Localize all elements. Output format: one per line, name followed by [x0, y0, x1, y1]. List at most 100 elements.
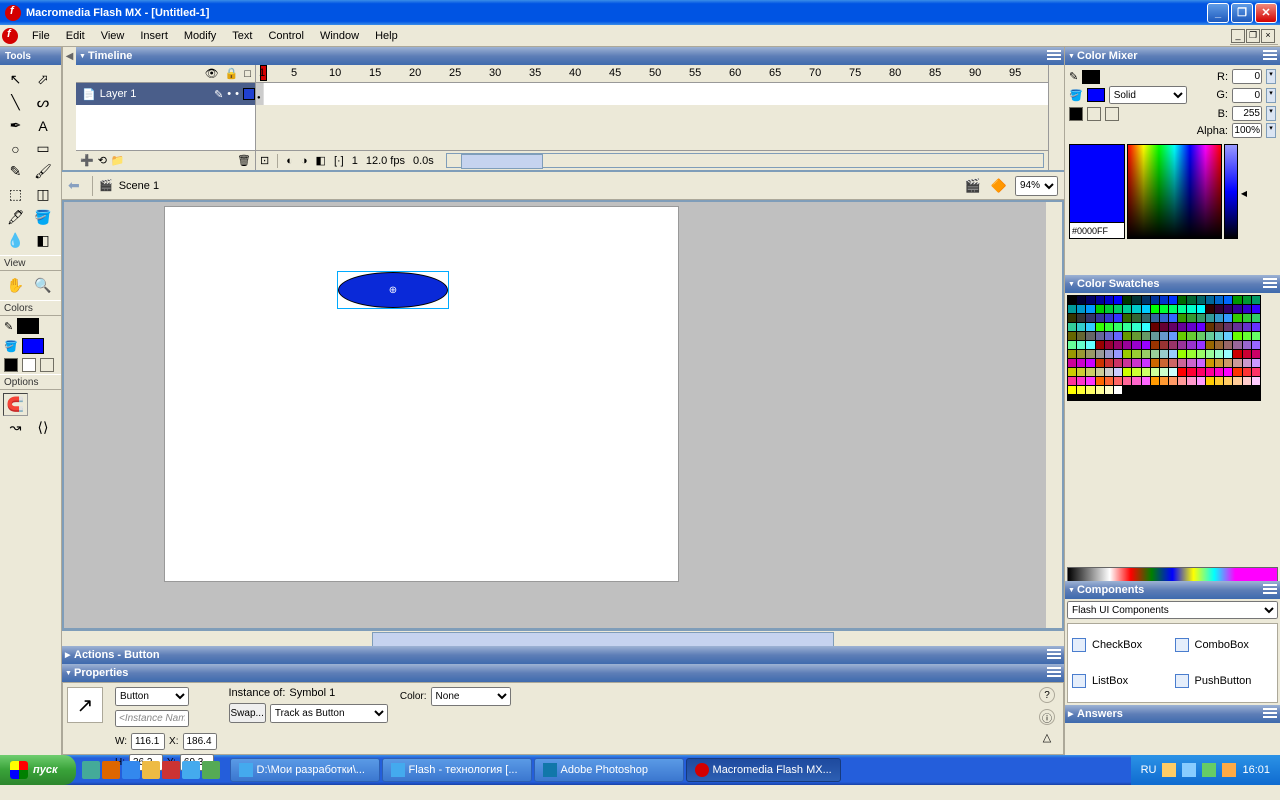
swatch[interactable] [1224, 296, 1232, 304]
zoom-select[interactable]: 94% [1015, 176, 1058, 196]
swatch[interactable] [1077, 305, 1085, 313]
swatch[interactable] [1114, 359, 1122, 367]
swatch[interactable] [1151, 377, 1159, 385]
swatch[interactable] [1114, 350, 1122, 358]
swatch[interactable] [1206, 359, 1214, 367]
task-item[interactable]: D:\Мои разработки\... [230, 758, 380, 782]
swatch[interactable] [1160, 377, 1168, 385]
swatch[interactable] [1215, 359, 1223, 367]
swatch[interactable] [1132, 359, 1140, 367]
swatch[interactable] [1142, 341, 1150, 349]
swatch[interactable] [1243, 323, 1251, 331]
edit-scene-icon[interactable]: 🎬 [963, 176, 983, 196]
swatch[interactable] [1142, 368, 1150, 376]
fill-type-select[interactable]: Solid [1109, 86, 1187, 104]
swatch[interactable] [1206, 368, 1214, 376]
swatch[interactable] [1077, 314, 1085, 322]
swatch[interactable] [1206, 296, 1214, 304]
swatch[interactable] [1096, 368, 1104, 376]
swatch[interactable] [1215, 296, 1223, 304]
swatch[interactable] [1132, 332, 1140, 340]
paint-bucket-tool[interactable]: 🪣 [31, 206, 56, 229]
help-icon[interactable]: ? [1039, 687, 1055, 703]
swatch[interactable] [1142, 377, 1150, 385]
swatch[interactable] [1105, 350, 1113, 358]
swatch[interactable] [1224, 368, 1232, 376]
swatch[interactable] [1068, 305, 1076, 313]
swatch[interactable] [1160, 305, 1168, 313]
keyframe-1[interactable] [256, 83, 264, 105]
add-layer-icon[interactable]: ➕ [80, 154, 94, 167]
expand-icon[interactable]: △ [1043, 731, 1051, 744]
swatch[interactable] [1243, 305, 1251, 313]
swatch[interactable] [1123, 350, 1131, 358]
swatch[interactable] [1215, 305, 1223, 313]
menu-file[interactable]: File [24, 27, 58, 45]
swatch[interactable] [1224, 305, 1232, 313]
r-input[interactable] [1232, 69, 1262, 84]
swatch[interactable] [1206, 341, 1214, 349]
swatch[interactable] [1114, 368, 1122, 376]
swatch[interactable] [1252, 296, 1260, 304]
swatch[interactable] [1142, 359, 1150, 367]
swatch[interactable] [1151, 350, 1159, 358]
swatch[interactable] [1169, 359, 1177, 367]
swatch[interactable] [1132, 305, 1140, 313]
swatch[interactable] [1169, 305, 1177, 313]
g-input[interactable] [1232, 88, 1262, 103]
menu-window[interactable]: Window [312, 27, 367, 45]
swatch[interactable] [1068, 350, 1076, 358]
swatch[interactable] [1151, 305, 1159, 313]
swatch[interactable] [1206, 332, 1214, 340]
swatch[interactable] [1096, 377, 1104, 385]
pencil-tool[interactable]: ✎ [3, 160, 28, 183]
menu-modify[interactable]: Modify [176, 27, 224, 45]
eraser-tool[interactable]: ◧ [31, 229, 56, 252]
swatch[interactable] [1123, 341, 1131, 349]
onion-skin-icon[interactable]: ◐ [286, 155, 293, 167]
minimize-button[interactable]: _ [1207, 3, 1229, 23]
swatch[interactable] [1123, 305, 1131, 313]
menu-control[interactable]: Control [260, 27, 311, 45]
component-listbox[interactable]: ListBox [1072, 668, 1171, 694]
button-symbol-instance[interactable] [338, 272, 448, 308]
swatch[interactable] [1077, 359, 1085, 367]
oval-tool[interactable]: ○ [3, 137, 28, 160]
stroke-color[interactable] [17, 318, 39, 334]
swatch[interactable] [1105, 341, 1113, 349]
swatch[interactable] [1197, 296, 1205, 304]
task-item-active[interactable]: Macromedia Flash MX... [686, 758, 841, 782]
swatch[interactable] [1068, 341, 1076, 349]
swatch[interactable] [1105, 368, 1113, 376]
component-pushbutton[interactable]: PushButton [1175, 668, 1274, 694]
back-arrow-icon[interactable]: ⬅ [68, 177, 86, 195]
swatch[interactable] [1086, 341, 1094, 349]
swatch[interactable] [1233, 359, 1241, 367]
arrow-tool[interactable]: ↖ [3, 68, 28, 91]
cm-fill-color[interactable] [1087, 88, 1105, 102]
swatch[interactable] [1114, 305, 1122, 313]
swatch[interactable] [1123, 368, 1131, 376]
instance-name-input[interactable] [115, 710, 189, 727]
swatch[interactable] [1215, 341, 1223, 349]
swatch[interactable] [1169, 323, 1177, 331]
swatch[interactable] [1243, 368, 1251, 376]
swatch[interactable] [1224, 341, 1232, 349]
swatch[interactable] [1096, 314, 1104, 322]
menu-insert[interactable]: Insert [132, 27, 176, 45]
hand-tool[interactable]: ✋ [3, 274, 28, 297]
swatch[interactable] [1178, 305, 1186, 313]
straighten-option[interactable]: ⟨⟩ [31, 416, 56, 439]
swatch[interactable] [1243, 296, 1251, 304]
tray-icon[interactable] [1162, 763, 1176, 777]
swatch[interactable] [1086, 386, 1094, 394]
swatch[interactable] [1077, 341, 1085, 349]
swatch[interactable] [1160, 296, 1168, 304]
swatch[interactable] [1243, 332, 1251, 340]
swatch[interactable] [1096, 386, 1104, 394]
swatch[interactable] [1068, 368, 1076, 376]
task-item[interactable]: Flash - технология [... [382, 758, 532, 782]
color-mixer-header[interactable]: Color Mixer [1065, 47, 1280, 65]
text-tool[interactable]: A [31, 114, 56, 137]
scene-name[interactable]: Scene 1 [119, 180, 159, 192]
